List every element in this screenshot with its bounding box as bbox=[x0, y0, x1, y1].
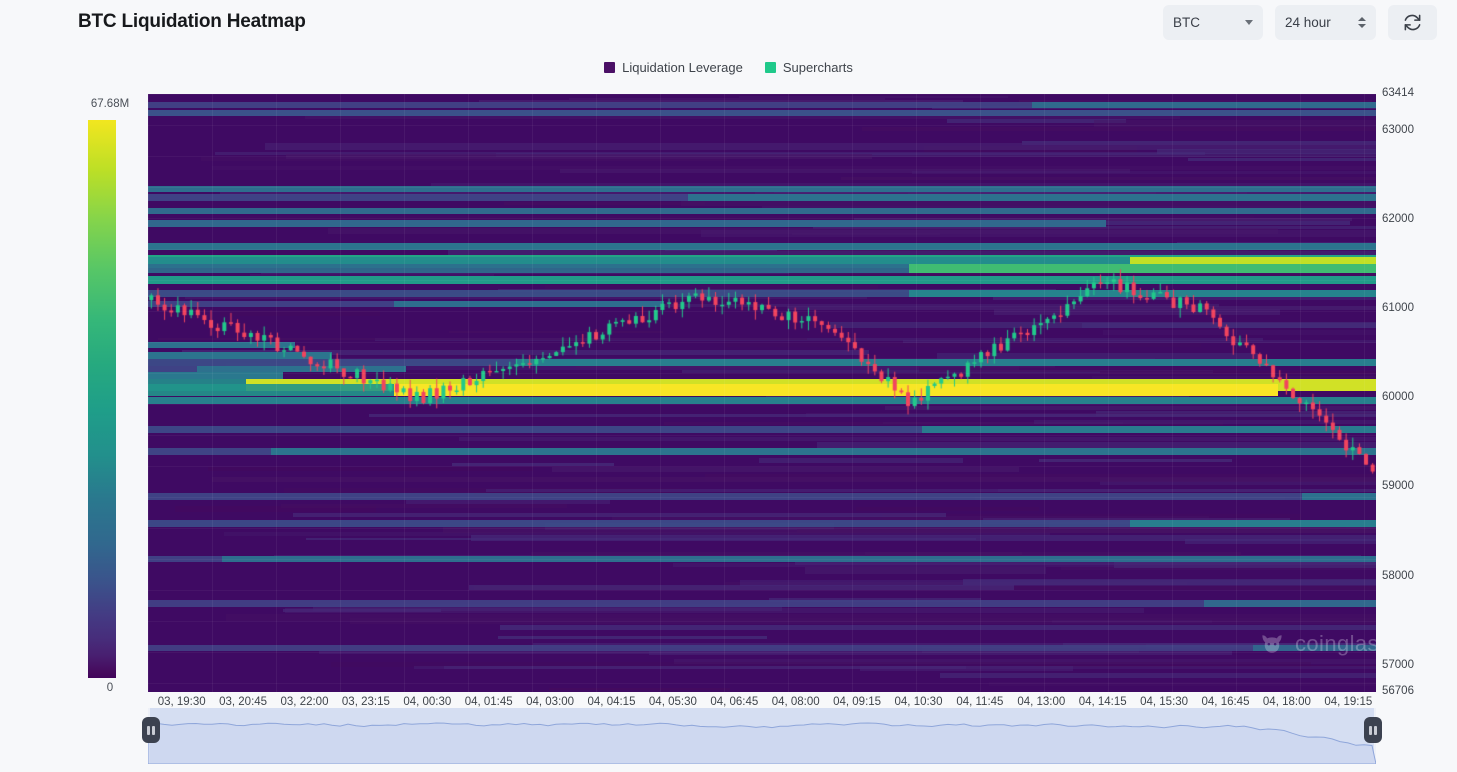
handle-grip-bar bbox=[152, 725, 155, 735]
legend-item-liquidation-leverage[interactable]: Liquidation Leverage bbox=[604, 60, 743, 75]
page-header: BTC Liquidation Heatmap BTC 24 hour bbox=[0, 0, 1457, 46]
x-axis-tick: 04, 14:15 bbox=[1078, 696, 1127, 708]
x-axis-tick: 04, 13:00 bbox=[1017, 696, 1066, 708]
x-axis-tick: 04, 11:45 bbox=[956, 696, 1004, 708]
x-axis-tick: 04, 04:15 bbox=[587, 696, 636, 708]
x-axis-tick: 04, 06:45 bbox=[710, 696, 759, 708]
y-axis: 63414 63000 62000 61000 60000 59000 58000 57000… bbox=[1382, 87, 1454, 700]
chevron-down-icon bbox=[1245, 20, 1253, 25]
x-axis-tick: 04, 00:30 bbox=[403, 696, 452, 708]
color-scale-gradient bbox=[88, 120, 116, 678]
brush-handle-left[interactable] bbox=[142, 717, 160, 743]
symbol-select-value: BTC bbox=[1173, 15, 1200, 30]
stepper-down-icon[interactable] bbox=[1358, 24, 1366, 28]
refresh-icon bbox=[1404, 14, 1421, 31]
x-axis-tick: 04, 16:45 bbox=[1201, 696, 1250, 708]
x-axis-tick: 04, 10:30 bbox=[894, 696, 943, 708]
x-axis-tick: 04, 19:15 bbox=[1324, 696, 1373, 708]
brush-preview-line bbox=[148, 722, 1376, 764]
x-axis-tick: 04, 03:00 bbox=[526, 696, 575, 708]
y-axis-tick: 61000 bbox=[1382, 302, 1414, 315]
x-axis-tick: 03, 20:45 bbox=[219, 696, 268, 708]
y-axis-tick: 59000 bbox=[1382, 480, 1414, 493]
chart-legend: Liquidation Leverage Supercharts bbox=[0, 60, 1457, 75]
x-axis-tick: 04, 05:30 bbox=[648, 696, 697, 708]
y-axis-tick: 63000 bbox=[1382, 123, 1414, 136]
x-axis-tick: 04, 01:45 bbox=[464, 696, 513, 708]
handle-grip-bar bbox=[1369, 725, 1372, 735]
x-axis-tick: 04, 18:00 bbox=[1262, 696, 1311, 708]
x-axis-tick: 03, 23:15 bbox=[341, 696, 390, 708]
y-axis-tick: 62000 bbox=[1382, 213, 1414, 226]
time-range-value: 24 hour bbox=[1285, 15, 1331, 30]
legend-swatch-icon bbox=[604, 62, 616, 73]
legend-swatch-icon bbox=[764, 62, 776, 73]
symbol-select[interactable]: BTC bbox=[1163, 5, 1263, 40]
x-axis-tick: 04, 09:15 bbox=[833, 696, 882, 708]
header-controls: BTC 24 hour bbox=[1163, 5, 1437, 40]
refresh-button[interactable] bbox=[1388, 5, 1437, 40]
time-range-stepper[interactable]: 24 hour bbox=[1275, 5, 1376, 40]
page-title: BTC Liquidation Heatmap bbox=[78, 11, 306, 32]
heatmap-plot-area[interactable]: coinglass bbox=[148, 94, 1376, 692]
legend-label: Liquidation Leverage bbox=[622, 60, 743, 75]
x-axis-tick: 04, 15:30 bbox=[1140, 696, 1189, 708]
x-axis-tick: 04, 08:00 bbox=[771, 696, 820, 708]
brush-handle-right[interactable] bbox=[1364, 717, 1382, 743]
handle-grip-bar bbox=[1374, 725, 1377, 735]
x-axis-tick: 03, 22:00 bbox=[280, 696, 329, 708]
handle-grip-bar bbox=[147, 725, 150, 735]
color-scale-max-label: 67.68M bbox=[90, 98, 130, 110]
y-axis-tick: 60000 bbox=[1382, 391, 1414, 404]
legend-label: Supercharts bbox=[782, 60, 853, 75]
stepper-up-icon[interactable] bbox=[1358, 17, 1366, 21]
color-scale: 67.68M 0 bbox=[78, 96, 142, 696]
x-axis-tick: 03, 19:30 bbox=[157, 696, 206, 708]
y-axis-tick: 57000 bbox=[1382, 658, 1414, 671]
legend-item-supercharts[interactable]: Supercharts bbox=[764, 60, 853, 75]
candlestick-layer bbox=[148, 94, 1376, 692]
time-range-brush[interactable] bbox=[142, 708, 1382, 764]
stepper-arrows-icon[interactable] bbox=[1358, 17, 1366, 28]
y-axis-tick: 58000 bbox=[1382, 569, 1414, 582]
y-axis-tick: 63414 bbox=[1382, 87, 1414, 99]
